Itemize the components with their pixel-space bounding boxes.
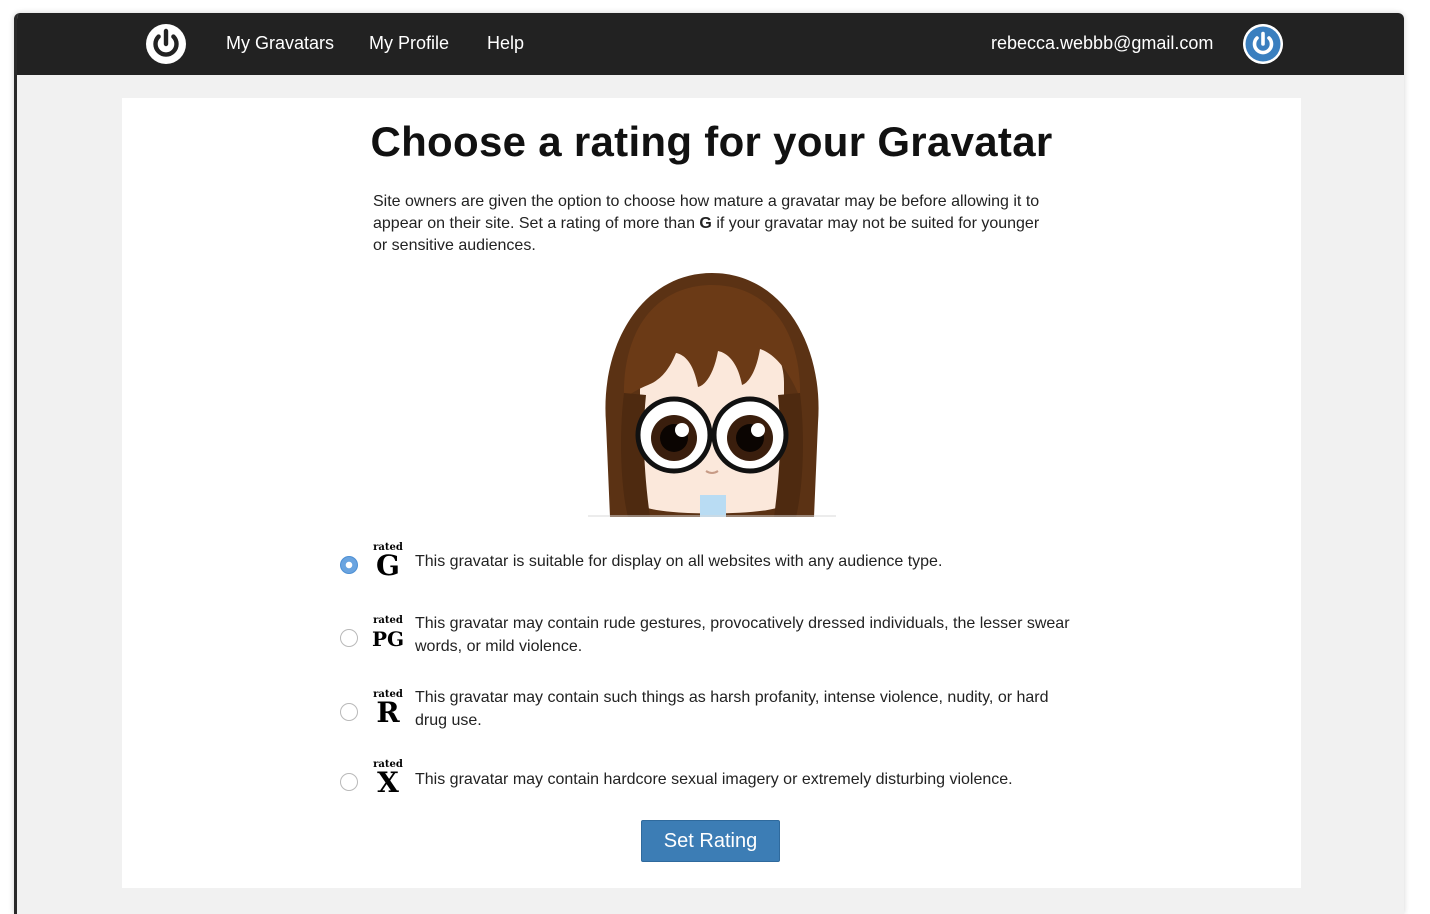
nav-my-gravatars[interactable]: My Gravatars bbox=[226, 33, 334, 54]
rating-g-radio[interactable] bbox=[340, 556, 358, 574]
rating-pg-radio[interactable] bbox=[340, 629, 358, 647]
rating-pg-description: This gravatar may contain rude gestures,… bbox=[415, 615, 1070, 655]
nav-my-profile[interactable]: My Profile bbox=[369, 33, 449, 54]
rating-option-x[interactable]: rated X This gravatar may contain hardco… bbox=[340, 758, 1080, 806]
rating-x-radio[interactable] bbox=[340, 773, 358, 791]
rating-card: Choose a rating for your Gravatar Site o… bbox=[122, 98, 1301, 888]
rating-letter: X bbox=[377, 766, 399, 799]
rated-x-icon: rated X bbox=[370, 760, 406, 799]
rated-pg-icon: rated PG bbox=[370, 616, 406, 652]
rated-r-icon: rated R bbox=[370, 690, 406, 729]
rating-r-radio[interactable] bbox=[340, 703, 358, 721]
gravatar-logo-icon[interactable] bbox=[145, 23, 187, 65]
rating-r-description: This gravatar may contain such things as… bbox=[415, 689, 1049, 729]
rated-g-icon: rated G bbox=[370, 543, 406, 582]
rating-option-r[interactable]: rated R This gravatar may contain such t… bbox=[340, 684, 1080, 740]
rating-g-description: This gravatar is suitable for display on… bbox=[415, 553, 943, 570]
intro-text: Site owners are given the option to choo… bbox=[373, 191, 1053, 257]
user-email-link[interactable]: rebecca.webbb@gmail.com bbox=[991, 33, 1213, 54]
rating-letter: G bbox=[376, 549, 400, 582]
rated-label: rated bbox=[373, 615, 403, 626]
intro-text-bold: G bbox=[699, 215, 712, 232]
page-title: Choose a rating for your Gravatar bbox=[370, 118, 1053, 165]
top-navigation-bar: My Gravatars My Profile Help rebecca.web… bbox=[17, 13, 1404, 75]
set-rating-button[interactable]: Set Rating bbox=[641, 820, 780, 862]
rating-letter: R bbox=[376, 696, 400, 729]
rating-option-g[interactable]: rated G This gravatar is suitable for di… bbox=[340, 540, 1080, 588]
nav-help[interactable]: Help bbox=[487, 33, 524, 54]
browser-window: My Gravatars My Profile Help rebecca.web… bbox=[14, 13, 1404, 914]
rating-letter: PG bbox=[371, 627, 405, 651]
user-avatar-icon[interactable] bbox=[1243, 24, 1283, 64]
rating-option-pg[interactable]: rated PG This gravatar may contain rude … bbox=[340, 610, 1080, 666]
gravatar-image bbox=[588, 273, 836, 517]
rating-x-description: This gravatar may contain hardcore sexua… bbox=[415, 771, 1013, 788]
